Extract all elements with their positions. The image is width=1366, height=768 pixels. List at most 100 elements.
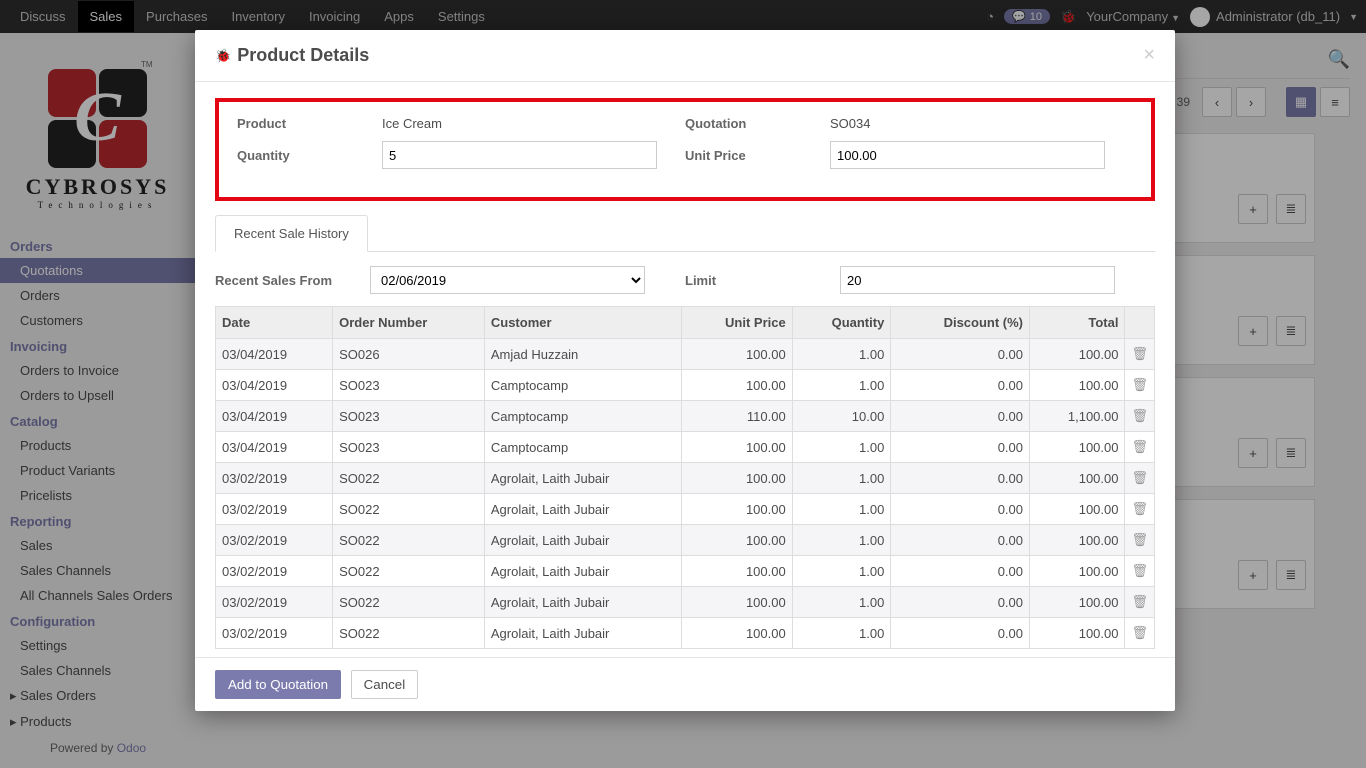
history-table: Date Order Number Customer Unit Price Qu…	[215, 306, 1155, 649]
limit-input[interactable]	[840, 266, 1115, 294]
trash-icon[interactable]: 🗑	[1131, 377, 1148, 392]
cell-date: 03/04/2019	[216, 432, 333, 463]
cell-customer: Agrolait, Laith Jubair	[484, 587, 681, 618]
cell-discount: 0.00	[891, 339, 1030, 370]
table-row[interactable]: 03/02/2019SO022Agrolait, Laith Jubair100…	[216, 494, 1155, 525]
cell-discount: 0.00	[891, 556, 1030, 587]
trash-icon[interactable]: 🗑	[1131, 408, 1148, 423]
cell-order: SO022	[333, 618, 485, 649]
trash-icon[interactable]: 🗑	[1131, 470, 1148, 485]
add-to-quotation-button[interactable]: Add to Quotation	[215, 670, 341, 699]
cell-total: 100.00	[1030, 525, 1125, 556]
cell-unitprice: 110.00	[682, 401, 793, 432]
cell-order: SO023	[333, 370, 485, 401]
col-total[interactable]: Total	[1030, 307, 1125, 339]
col-unitprice[interactable]: Unit Price	[682, 307, 793, 339]
cell-date: 03/04/2019	[216, 401, 333, 432]
cell-order: SO022	[333, 494, 485, 525]
cell-qty: 10.00	[792, 401, 891, 432]
trash-icon[interactable]: 🗑	[1131, 501, 1148, 516]
cell-total: 100.00	[1030, 463, 1125, 494]
cell-discount: 0.00	[891, 432, 1030, 463]
recent-from-select[interactable]: 02/06/2019	[370, 266, 645, 294]
cell-qty: 1.00	[792, 463, 891, 494]
cell-customer: Camptocamp	[484, 370, 681, 401]
table-row[interactable]: 03/04/2019SO023Camptocamp100.001.000.001…	[216, 432, 1155, 463]
cell-total: 100.00	[1030, 494, 1125, 525]
cell-qty: 1.00	[792, 618, 891, 649]
cell-unitprice: 100.00	[682, 494, 793, 525]
cell-unitprice: 100.00	[682, 618, 793, 649]
cell-customer: Agrolait, Laith Jubair	[484, 525, 681, 556]
cell-customer: Agrolait, Laith Jubair	[484, 463, 681, 494]
cell-discount: 0.00	[891, 370, 1030, 401]
cell-customer: Camptocamp	[484, 432, 681, 463]
table-row[interactable]: 03/04/2019SO023Camptocamp100.001.000.001…	[216, 370, 1155, 401]
cell-discount: 0.00	[891, 525, 1030, 556]
trash-icon[interactable]: 🗑	[1131, 563, 1148, 578]
table-row[interactable]: 03/02/2019SO022Agrolait, Laith Jubair100…	[216, 463, 1155, 494]
cell-total: 100.00	[1030, 339, 1125, 370]
unitprice-label: Unit Price	[685, 148, 830, 163]
col-discount[interactable]: Discount (%)	[891, 307, 1030, 339]
table-row[interactable]: 03/02/2019SO022Agrolait, Laith Jubair100…	[216, 556, 1155, 587]
cell-unitprice: 100.00	[682, 432, 793, 463]
trash-icon[interactable]: 🗑	[1131, 625, 1148, 640]
cell-customer: Camptocamp	[484, 401, 681, 432]
cell-qty: 1.00	[792, 339, 891, 370]
highlight-form: Product Ice Cream Quantity Quotation SO0…	[215, 98, 1155, 201]
modal-title: Product Details	[237, 45, 369, 66]
col-customer[interactable]: Customer	[484, 307, 681, 339]
cell-unitprice: 100.00	[682, 463, 793, 494]
cell-unitprice: 100.00	[682, 587, 793, 618]
quantity-input[interactable]	[382, 141, 657, 169]
unitprice-input[interactable]	[830, 141, 1105, 169]
cell-order: SO022	[333, 463, 485, 494]
cell-customer: Agrolait, Laith Jubair	[484, 618, 681, 649]
cell-customer: Agrolait, Laith Jubair	[484, 494, 681, 525]
trash-icon[interactable]: 🗑	[1131, 346, 1148, 361]
table-row[interactable]: 03/02/2019SO022Agrolait, Laith Jubair100…	[216, 587, 1155, 618]
quotation-label: Quotation	[685, 116, 830, 131]
tab-recent-history[interactable]: Recent Sale History	[215, 215, 368, 252]
product-label: Product	[237, 116, 382, 131]
cell-order: SO023	[333, 401, 485, 432]
product-details-modal: 🐞 Product Details × Product Ice Cream Qu…	[195, 30, 1175, 711]
cell-date: 03/02/2019	[216, 494, 333, 525]
table-row[interactable]: 03/02/2019SO022Agrolait, Laith Jubair100…	[216, 525, 1155, 556]
cell-date: 03/02/2019	[216, 587, 333, 618]
cell-discount: 0.00	[891, 463, 1030, 494]
quantity-label: Quantity	[237, 148, 382, 163]
table-row[interactable]: 03/04/2019SO026Amjad Huzzain 100.00 1.000.…	[216, 339, 1155, 370]
cell-date: 03/04/2019	[216, 339, 333, 370]
cell-qty: 1.00	[792, 587, 891, 618]
cell-order: SO022	[333, 556, 485, 587]
col-date[interactable]: Date	[216, 307, 333, 339]
cell-qty: 1.00	[792, 525, 891, 556]
cell-total: 100.00	[1030, 370, 1125, 401]
cell-order: SO026	[333, 339, 485, 370]
cell-qty: 1.00	[792, 370, 891, 401]
cancel-button[interactable]: Cancel	[351, 670, 419, 699]
cell-date: 03/02/2019	[216, 525, 333, 556]
close-icon[interactable]: ×	[1143, 44, 1155, 67]
table-row[interactable]: 03/04/2019SO023Camptocamp110.0010.000.00…	[216, 401, 1155, 432]
cell-unitprice: 100.00	[682, 525, 793, 556]
cell-qty: 1.00	[792, 432, 891, 463]
cell-order: SO022	[333, 525, 485, 556]
cell-unitprice: 100.00	[682, 556, 793, 587]
cell-date: 03/02/2019	[216, 463, 333, 494]
cell-customer: Amjad Huzzain	[484, 339, 681, 370]
cell-total: 100.00	[1030, 432, 1125, 463]
trash-icon[interactable]: 🗑	[1131, 532, 1148, 547]
col-qty[interactable]: Quantity	[792, 307, 891, 339]
product-value: Ice Cream	[382, 116, 442, 131]
cell-date: 03/04/2019	[216, 370, 333, 401]
trash-icon[interactable]: 🗑	[1131, 439, 1148, 454]
table-row[interactable]: 03/02/2019SO022Agrolait, Laith Jubair100…	[216, 618, 1155, 649]
col-order[interactable]: Order Number	[333, 307, 485, 339]
cell-unitprice: 100.00	[682, 370, 793, 401]
limit-label: Limit	[685, 273, 840, 288]
cell-discount: 0.00	[891, 587, 1030, 618]
trash-icon[interactable]: 🗑	[1131, 594, 1148, 609]
